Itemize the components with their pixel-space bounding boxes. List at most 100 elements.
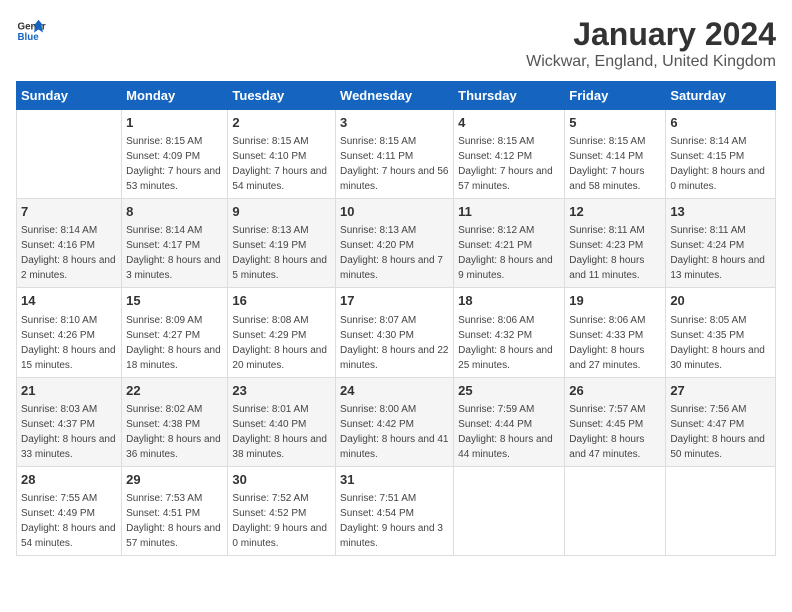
calendar-cell [454, 466, 565, 555]
day-number: 13 [670, 203, 771, 221]
calendar-cell: 20 Sunrise: 8:05 AMSunset: 4:35 PMDaylig… [666, 288, 776, 377]
day-number: 18 [458, 292, 560, 310]
calendar-week-row: 28 Sunrise: 7:55 AMSunset: 4:49 PMDaylig… [17, 466, 776, 555]
calendar-cell: 19 Sunrise: 8:06 AMSunset: 4:33 PMDaylig… [565, 288, 666, 377]
day-number: 28 [21, 471, 117, 489]
calendar-cell: 13 Sunrise: 8:11 AMSunset: 4:24 PMDaylig… [666, 199, 776, 288]
calendar-cell: 12 Sunrise: 8:11 AMSunset: 4:23 PMDaylig… [565, 199, 666, 288]
day-number: 12 [569, 203, 661, 221]
calendar-cell: 4 Sunrise: 8:15 AMSunset: 4:12 PMDayligh… [454, 110, 565, 199]
calendar-cell: 24 Sunrise: 8:00 AMSunset: 4:42 PMDaylig… [336, 377, 454, 466]
day-number: 19 [569, 292, 661, 310]
calendar-cell: 1 Sunrise: 8:15 AMSunset: 4:09 PMDayligh… [122, 110, 228, 199]
calendar-cell: 17 Sunrise: 8:07 AMSunset: 4:30 PMDaylig… [336, 288, 454, 377]
cell-content: Sunrise: 8:13 AMSunset: 4:19 PMDaylight:… [232, 225, 327, 281]
col-header-wednesday: Wednesday [336, 82, 454, 110]
cell-content: Sunrise: 8:11 AMSunset: 4:23 PMDaylight:… [569, 225, 644, 281]
day-number: 9 [232, 203, 331, 221]
cell-content: Sunrise: 7:59 AMSunset: 4:44 PMDaylight:… [458, 404, 553, 460]
calendar-cell: 27 Sunrise: 7:56 AMSunset: 4:47 PMDaylig… [666, 377, 776, 466]
calendar-cell: 26 Sunrise: 7:57 AMSunset: 4:45 PMDaylig… [565, 377, 666, 466]
cell-content: Sunrise: 7:55 AMSunset: 4:49 PMDaylight:… [21, 493, 116, 549]
logo-icon: General Blue [16, 16, 46, 46]
calendar-table: SundayMondayTuesdayWednesdayThursdayFrid… [16, 81, 776, 556]
col-header-thursday: Thursday [454, 82, 565, 110]
cell-content: Sunrise: 8:15 AMSunset: 4:12 PMDaylight:… [458, 136, 553, 192]
cell-content: Sunrise: 8:01 AMSunset: 4:40 PMDaylight:… [232, 404, 327, 460]
cell-content: Sunrise: 8:08 AMSunset: 4:29 PMDaylight:… [232, 315, 327, 371]
cell-content: Sunrise: 7:51 AMSunset: 4:54 PMDaylight:… [340, 493, 443, 549]
calendar-cell: 31 Sunrise: 7:51 AMSunset: 4:54 PMDaylig… [336, 466, 454, 555]
header: General Blue January 2024 Wickwar, Engla… [16, 16, 776, 71]
calendar-cell: 2 Sunrise: 8:15 AMSunset: 4:10 PMDayligh… [228, 110, 336, 199]
cell-content: Sunrise: 8:15 AMSunset: 4:14 PMDaylight:… [569, 136, 645, 192]
calendar-cell [17, 110, 122, 199]
calendar-cell: 15 Sunrise: 8:09 AMSunset: 4:27 PMDaylig… [122, 288, 228, 377]
day-number: 4 [458, 114, 560, 132]
col-header-tuesday: Tuesday [228, 82, 336, 110]
calendar-cell: 22 Sunrise: 8:02 AMSunset: 4:38 PMDaylig… [122, 377, 228, 466]
day-number: 5 [569, 114, 661, 132]
day-number: 10 [340, 203, 449, 221]
main-title: January 2024 [526, 16, 776, 53]
day-number: 21 [21, 382, 117, 400]
cell-content: Sunrise: 8:15 AMSunset: 4:09 PMDaylight:… [126, 136, 221, 192]
col-header-monday: Monday [122, 82, 228, 110]
cell-content: Sunrise: 8:06 AMSunset: 4:33 PMDaylight:… [569, 315, 645, 371]
calendar-week-row: 21 Sunrise: 8:03 AMSunset: 4:37 PMDaylig… [17, 377, 776, 466]
calendar-week-row: 14 Sunrise: 8:10 AMSunset: 4:26 PMDaylig… [17, 288, 776, 377]
calendar-cell: 18 Sunrise: 8:06 AMSunset: 4:32 PMDaylig… [454, 288, 565, 377]
day-number: 27 [670, 382, 771, 400]
day-number: 26 [569, 382, 661, 400]
calendar-cell: 5 Sunrise: 8:15 AMSunset: 4:14 PMDayligh… [565, 110, 666, 199]
day-number: 8 [126, 203, 223, 221]
calendar-cell: 16 Sunrise: 8:08 AMSunset: 4:29 PMDaylig… [228, 288, 336, 377]
day-number: 1 [126, 114, 223, 132]
cell-content: Sunrise: 7:56 AMSunset: 4:47 PMDaylight:… [670, 404, 765, 460]
calendar-cell: 28 Sunrise: 7:55 AMSunset: 4:49 PMDaylig… [17, 466, 122, 555]
cell-content: Sunrise: 8:14 AMSunset: 4:17 PMDaylight:… [126, 225, 221, 281]
col-header-saturday: Saturday [666, 82, 776, 110]
calendar-cell: 11 Sunrise: 8:12 AMSunset: 4:21 PMDaylig… [454, 199, 565, 288]
calendar-cell [565, 466, 666, 555]
cell-content: Sunrise: 8:06 AMSunset: 4:32 PMDaylight:… [458, 315, 553, 371]
calendar-cell: 3 Sunrise: 8:15 AMSunset: 4:11 PMDayligh… [336, 110, 454, 199]
calendar-cell: 10 Sunrise: 8:13 AMSunset: 4:20 PMDaylig… [336, 199, 454, 288]
cell-content: Sunrise: 7:57 AMSunset: 4:45 PMDaylight:… [569, 404, 645, 460]
cell-content: Sunrise: 8:15 AMSunset: 4:10 PMDaylight:… [232, 136, 327, 192]
calendar-cell: 9 Sunrise: 8:13 AMSunset: 4:19 PMDayligh… [228, 199, 336, 288]
cell-content: Sunrise: 8:07 AMSunset: 4:30 PMDaylight:… [340, 315, 448, 371]
day-number: 22 [126, 382, 223, 400]
calendar-cell: 6 Sunrise: 8:14 AMSunset: 4:15 PMDayligh… [666, 110, 776, 199]
day-number: 14 [21, 292, 117, 310]
day-number: 3 [340, 114, 449, 132]
col-header-sunday: Sunday [17, 82, 122, 110]
calendar-cell: 8 Sunrise: 8:14 AMSunset: 4:17 PMDayligh… [122, 199, 228, 288]
cell-content: Sunrise: 8:11 AMSunset: 4:24 PMDaylight:… [670, 225, 765, 281]
calendar-cell: 30 Sunrise: 7:52 AMSunset: 4:52 PMDaylig… [228, 466, 336, 555]
cell-content: Sunrise: 7:52 AMSunset: 4:52 PMDaylight:… [232, 493, 327, 549]
cell-content: Sunrise: 8:15 AMSunset: 4:11 PMDaylight:… [340, 136, 448, 192]
col-header-friday: Friday [565, 82, 666, 110]
day-number: 15 [126, 292, 223, 310]
day-number: 11 [458, 203, 560, 221]
calendar-cell: 7 Sunrise: 8:14 AMSunset: 4:16 PMDayligh… [17, 199, 122, 288]
cell-content: Sunrise: 7:53 AMSunset: 4:51 PMDaylight:… [126, 493, 221, 549]
day-number: 31 [340, 471, 449, 489]
day-number: 7 [21, 203, 117, 221]
calendar-cell: 21 Sunrise: 8:03 AMSunset: 4:37 PMDaylig… [17, 377, 122, 466]
cell-content: Sunrise: 8:00 AMSunset: 4:42 PMDaylight:… [340, 404, 448, 460]
day-number: 2 [232, 114, 331, 132]
svg-text:Blue: Blue [18, 32, 40, 43]
cell-content: Sunrise: 8:14 AMSunset: 4:16 PMDaylight:… [21, 225, 116, 281]
day-number: 23 [232, 382, 331, 400]
cell-content: Sunrise: 8:02 AMSunset: 4:38 PMDaylight:… [126, 404, 221, 460]
day-number: 29 [126, 471, 223, 489]
cell-content: Sunrise: 8:09 AMSunset: 4:27 PMDaylight:… [126, 315, 221, 371]
calendar-cell: 29 Sunrise: 7:53 AMSunset: 4:51 PMDaylig… [122, 466, 228, 555]
subtitle: Wickwar, England, United Kingdom [526, 53, 776, 71]
day-number: 30 [232, 471, 331, 489]
calendar-cell [666, 466, 776, 555]
title-section: January 2024 Wickwar, England, United Ki… [526, 16, 776, 71]
calendar-header-row: SundayMondayTuesdayWednesdayThursdayFrid… [17, 82, 776, 110]
